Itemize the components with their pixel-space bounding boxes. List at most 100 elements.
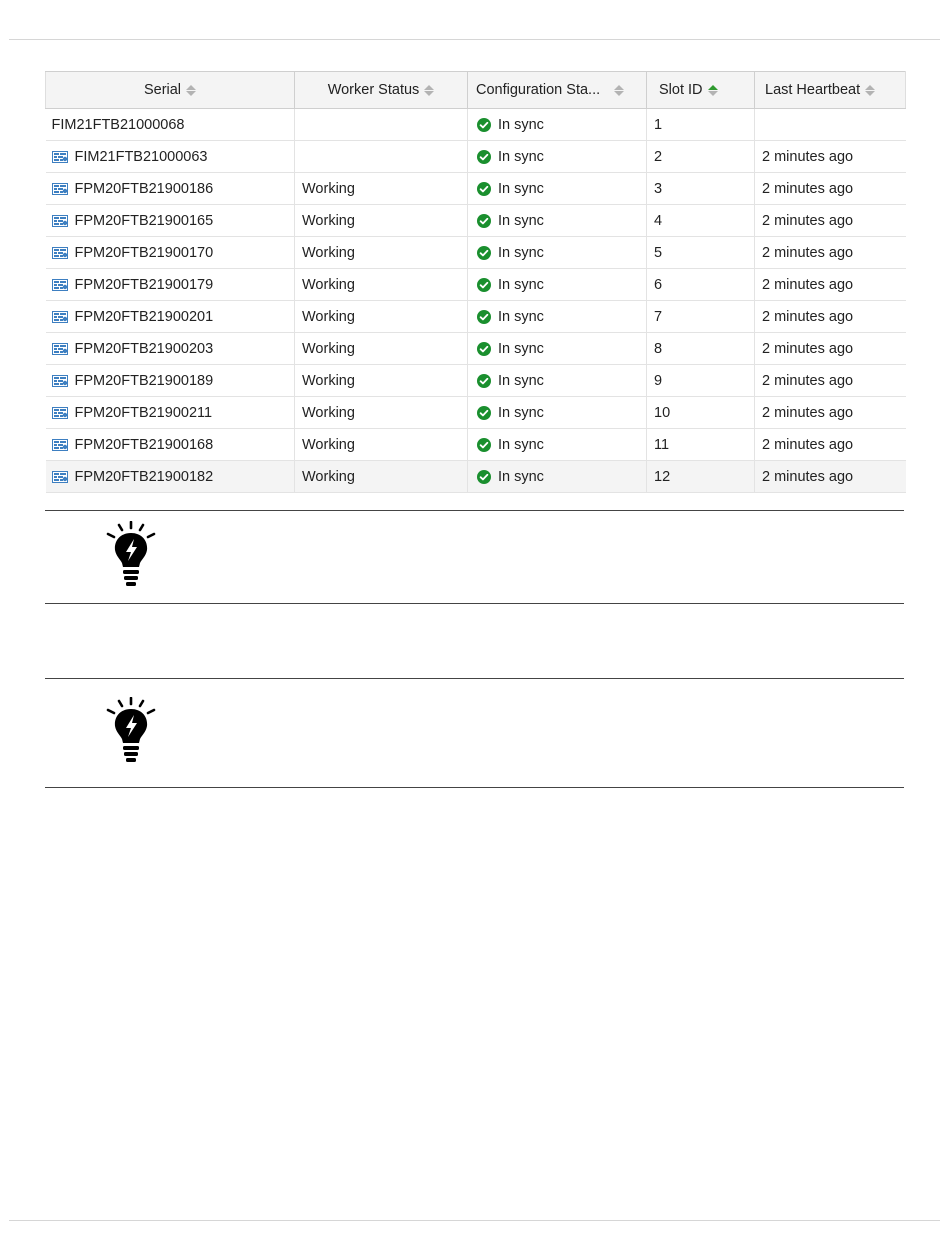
cell-serial: FPM20FTB21900203 [45, 332, 295, 365]
cell-last-heartbeat: 2 minutes ago [754, 364, 906, 397]
table-row[interactable]: FPM20FTB21900189 Working In sync 9 2 minutes… [45, 364, 906, 397]
fortigate-device-icon [51, 150, 68, 163]
check-circle-icon [477, 245, 491, 260]
serial-text: FPM20FTB21900165 [74, 212, 214, 229]
cell-serial: FIM21FTB21000068 [45, 108, 295, 141]
cell-config-status: In sync [467, 204, 647, 237]
worker-status-text: Working [302, 308, 355, 325]
cell-worker-status [294, 108, 468, 141]
sort-arrows-icon[interactable] [424, 84, 435, 96]
column-header-configuration-status[interactable]: Configuration Sta... [467, 71, 647, 109]
table-row[interactable]: FIM21FTB21000068 In sync 1 [45, 108, 906, 141]
cell-worker-status [294, 140, 468, 173]
column-header-slot-id[interactable]: Slot ID [646, 71, 755, 109]
table-row[interactable]: FPM20FTB21900182 Working In sync 12 2 minute… [45, 460, 906, 493]
slot-id-text: 1 [654, 116, 663, 133]
last-heartbeat-text: 2 minutes ago [762, 212, 854, 229]
column-header-last-heartbeat[interactable]: Last Heartbeat [754, 71, 906, 109]
table-row[interactable]: FPM20FTB21900165 Working In sync 4 2 minutes… [45, 204, 906, 237]
cell-worker-status: Working [294, 396, 468, 429]
config-status-text: In sync [498, 180, 544, 197]
cell-serial: FPM20FTB21900201 [45, 300, 295, 333]
sort-arrows-icon[interactable] [186, 84, 197, 96]
last-heartbeat-text: 2 minutes ago [762, 244, 854, 261]
last-heartbeat-text: 2 minutes ago [762, 468, 854, 485]
check-circle-icon [477, 213, 491, 228]
worker-status-text: Working [302, 436, 355, 453]
fortigate-device-icon [51, 214, 68, 227]
table-row[interactable]: FPM20FTB21900168 Working In sync 11 2 minute… [45, 428, 906, 461]
tip-box [45, 678, 904, 788]
slot-id-text: 10 [654, 404, 671, 421]
fortigate-device-icon [51, 438, 68, 451]
cell-last-heartbeat: 2 minutes ago [754, 140, 906, 173]
cell-last-heartbeat: 2 minutes ago [754, 204, 906, 237]
cell-worker-status: Working [294, 364, 468, 397]
cell-serial: FPM20FTB21900170 [45, 236, 295, 269]
worker-status-text: Working [302, 468, 355, 485]
cell-config-status: In sync [467, 236, 647, 269]
page-footer-rule [9, 1220, 940, 1221]
fortigate-device-icon [51, 406, 68, 419]
check-circle-icon [477, 437, 491, 452]
sort-ascending-icon[interactable] [707, 84, 718, 96]
last-heartbeat-text: 2 minutes ago [762, 308, 854, 325]
serial-text: FIM21FTB21000068 [51, 116, 185, 133]
config-status-text: In sync [498, 212, 544, 229]
cell-last-heartbeat: 2 minutes ago [754, 268, 906, 301]
table-row[interactable]: FPM20FTB21900170 Working In sync 5 2 minutes… [45, 236, 906, 269]
lightbulb-icon [106, 521, 156, 586]
table-row[interactable]: FPM20FTB21900211 Working In sync 10 2 minute… [45, 396, 906, 429]
config-status-text: In sync [498, 308, 544, 325]
config-status-text: In sync [498, 244, 544, 261]
check-circle-icon [477, 469, 491, 484]
fortigate-device-icon [51, 374, 68, 387]
fortigate-device-icon [51, 278, 68, 291]
table-row[interactable]: FPM20FTB21900186 Working In sync 3 2 minutes… [45, 172, 906, 205]
worker-status-text: Working [302, 404, 355, 421]
sort-arrows-icon[interactable] [865, 84, 876, 96]
slot-id-text: 11 [654, 436, 670, 453]
cluster-members-table: Serial Worker Status Configuration Sta..… [45, 71, 906, 493]
config-status-text: In sync [498, 436, 544, 453]
cell-serial: FPM20FTB21900179 [45, 268, 295, 301]
cell-slot-id: 5 [646, 236, 755, 269]
slot-id-text: 9 [654, 372, 663, 389]
serial-text: FPM20FTB21900170 [74, 244, 214, 261]
fortigate-device-icon [51, 470, 68, 483]
table-row[interactable]: FPM20FTB21900203 Working In sync 8 2 minutes… [45, 332, 906, 365]
worker-status-text: Working [302, 180, 355, 197]
sort-arrows-icon[interactable] [614, 84, 625, 96]
column-header-serial[interactable]: Serial [45, 71, 295, 109]
cell-config-status: In sync [467, 268, 647, 301]
cell-last-heartbeat: 2 minutes ago [754, 396, 906, 429]
column-header-worker-status[interactable]: Worker Status [294, 71, 468, 109]
cell-config-status: In sync [467, 364, 647, 397]
serial-text: FPM20FTB21900182 [74, 468, 214, 485]
cell-last-heartbeat: 2 minutes ago [754, 332, 906, 365]
check-circle-icon [477, 309, 491, 324]
config-status-text: In sync [498, 148, 544, 165]
cell-slot-id: 10 [646, 396, 755, 429]
config-status-text: In sync [498, 276, 544, 293]
table-row[interactable]: FPM20FTB21900201 Working In sync 7 2 minutes… [45, 300, 906, 333]
last-heartbeat-text: 2 minutes ago [762, 372, 854, 389]
cell-config-status: In sync [467, 108, 647, 141]
cell-slot-id: 2 [646, 140, 755, 173]
serial-text: FPM20FTB21900179 [74, 276, 214, 293]
slot-id-text: 3 [654, 180, 663, 197]
table-row[interactable]: FPM20FTB21900179 Working In sync 6 2 minutes… [45, 268, 906, 301]
cell-slot-id: 9 [646, 364, 755, 397]
cell-config-status: In sync [467, 332, 647, 365]
page-header-rule [9, 39, 940, 40]
check-circle-icon [477, 181, 491, 196]
last-heartbeat-text: 2 minutes ago [762, 180, 854, 197]
last-heartbeat-text: 2 minutes ago [762, 404, 854, 421]
check-circle-icon [477, 117, 491, 132]
table-row[interactable]: FIM21FTB21000063 In sync 2 2 minutes ago [45, 140, 906, 173]
cell-serial: FPM20FTB21900182 [45, 460, 295, 493]
cell-worker-status: Working [294, 268, 468, 301]
fortigate-device-icon [51, 310, 68, 323]
fortigate-device-icon [51, 182, 68, 195]
check-circle-icon [477, 277, 491, 292]
